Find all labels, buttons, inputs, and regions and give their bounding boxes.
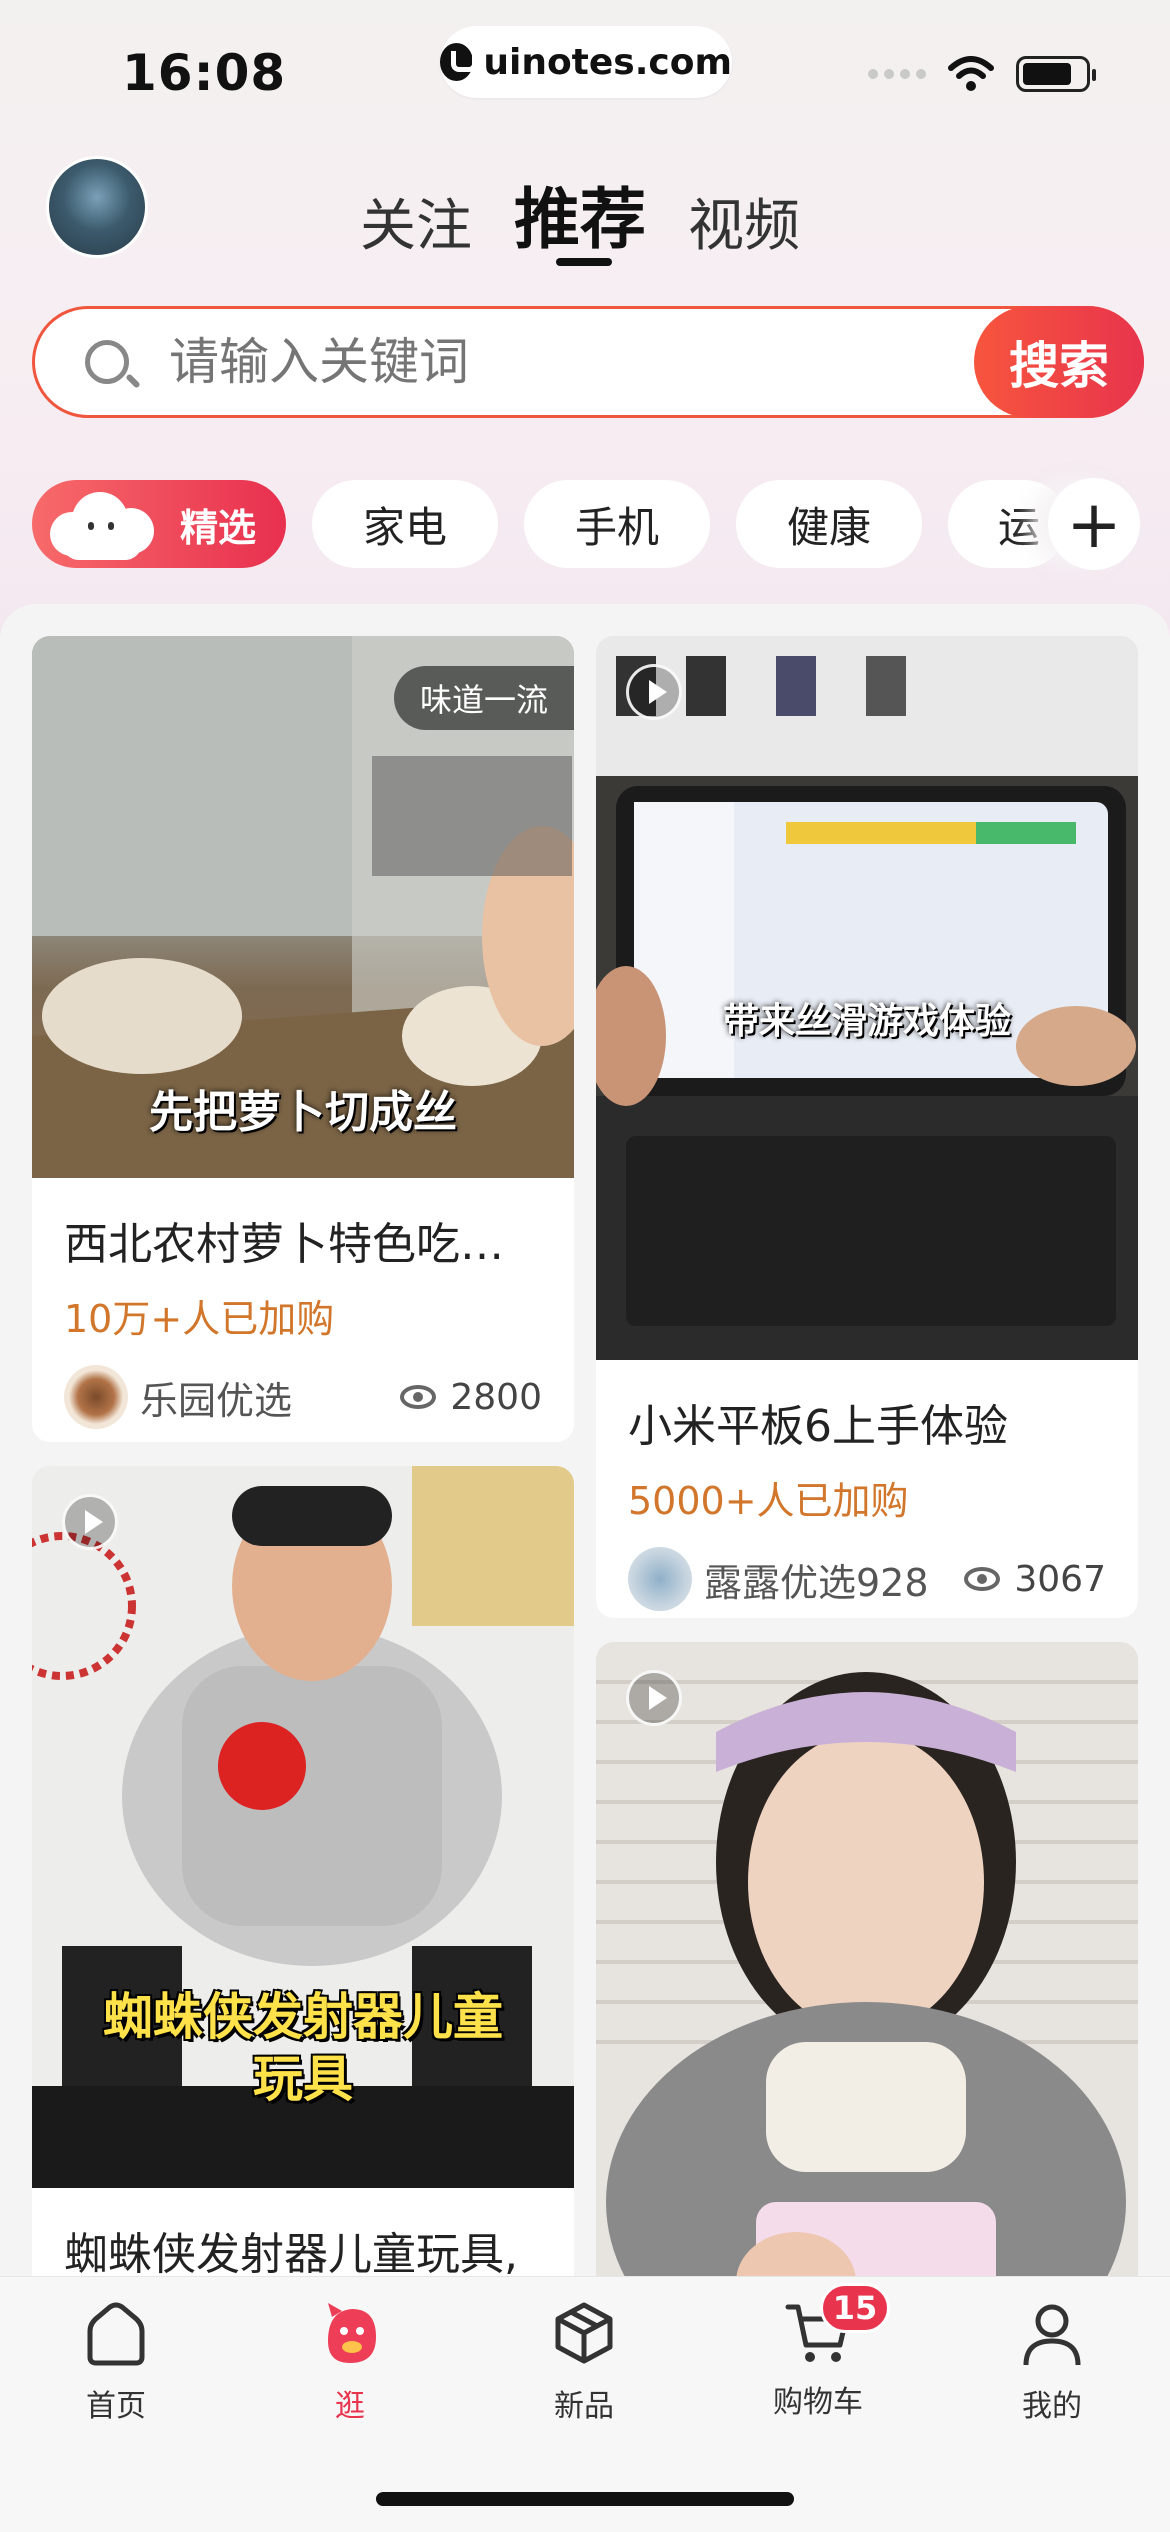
view-count: 3067 (1014, 1558, 1106, 1600)
nav-home-label: 首页 (86, 2389, 146, 2424)
tab-video[interactable]: 视频 (688, 181, 800, 262)
url-text: uinotes.com (483, 41, 732, 83)
video-caption-line2: 玩具 (253, 2050, 353, 2108)
video-caption-line1: 蜘蛛侠发射器儿童 (103, 1988, 503, 2046)
tab-following[interactable]: 关注 (360, 181, 472, 262)
home-indicator (376, 2492, 794, 2506)
sold-count: 10万+人已加购 (64, 1297, 335, 1341)
category-featured[interactable]: 精选 (32, 480, 286, 568)
user-avatar[interactable] (46, 156, 148, 258)
tab-recommended[interactable]: 推荐 (514, 166, 646, 262)
eye-icon (400, 1385, 437, 1409)
add-category-button[interactable]: + (1048, 478, 1140, 570)
product-card[interactable] (596, 1642, 1138, 2342)
flavor-badge: 味道一流 (393, 666, 574, 730)
eye-icon (964, 1567, 1001, 1591)
shop-name[interactable]: 乐园优选 (140, 1370, 400, 1425)
nav-new[interactable]: 新品 (504, 2297, 664, 2425)
video-caption: 蜘蛛侠发射器儿童 玩具 (32, 1986, 574, 2110)
category-health[interactable]: 健康 (736, 480, 922, 568)
cart-count-badge: 15 (820, 2283, 890, 2333)
shop-avatar[interactable] (64, 1365, 128, 1429)
top-tabs: 关注 推荐 视频 (360, 166, 800, 262)
nav-browse[interactable]: 逛 (270, 2297, 430, 2425)
play-icon[interactable] (62, 1494, 118, 1550)
view-count: 2800 (450, 1376, 542, 1418)
product-title: 小米平板6上手体验 (628, 1401, 1008, 1452)
browse-icon (328, 2303, 376, 2363)
nav-profile-label: 我的 (1022, 2389, 1082, 2424)
status-time: 16:08 (122, 44, 287, 102)
category-featured-label: 精选 (179, 505, 256, 550)
site-logo-icon (440, 43, 478, 81)
cloud-mascot-icon (42, 486, 158, 562)
video-caption: 带来丝滑游戏体验 (722, 1001, 1011, 1042)
card-meta: 露露优选928 3067 (596, 1525, 1138, 1611)
nav-cart-label: 购物车 (773, 2385, 863, 2420)
woman-presenter-image (596, 1642, 1138, 2342)
category-appliances[interactable]: 家电 (312, 480, 498, 568)
shop-avatar[interactable] (628, 1547, 692, 1611)
shop-name[interactable]: 露露优选928 (704, 1552, 964, 1607)
play-icon[interactable] (626, 1670, 682, 1726)
product-title: 西北农村萝卜特色吃法... (64, 1219, 546, 1270)
wifi-icon (948, 56, 994, 91)
box-icon (555, 2302, 613, 2364)
product-thumbnail: 带来丝滑游戏体验 (596, 636, 1138, 1360)
product-card[interactable]: 蜘蛛侠发射器儿童 玩具 蜘蛛侠发射器儿童玩具, (32, 1466, 574, 2366)
search-button[interactable]: 搜索 (974, 306, 1144, 418)
video-caption: 先把萝卜切成丝 (149, 1087, 457, 1138)
search-icon (85, 340, 129, 384)
home-icon (87, 2302, 145, 2366)
url-pill[interactable]: uinotes.com (440, 26, 732, 98)
search-bar: 搜索 (32, 306, 1144, 418)
nav-cart[interactable]: 15 购物车 (738, 2283, 898, 2421)
signal-dots-icon (868, 69, 926, 79)
cart-icon-wrap: 15 (782, 2283, 890, 2369)
active-tab-indicator (556, 258, 612, 266)
product-title: 蜘蛛侠发射器儿童玩具, (64, 2229, 518, 2280)
product-card[interactable]: 味道一流 先把萝卜切成丝 西北农村萝卜特色吃法... 10万+人已加购 乐园优选… (32, 636, 574, 1442)
product-card[interactable]: 带来丝滑游戏体验 小米平板6上手体验 5000+人已加购 露露优选928 306… (596, 636, 1138, 1618)
status-indicators (868, 56, 1096, 92)
product-thumbnail (596, 1642, 1138, 2342)
nav-home[interactable]: 首页 (36, 2297, 196, 2425)
play-icon[interactable] (626, 664, 682, 720)
sold-count: 5000+人已加购 (628, 1479, 909, 1523)
product-thumbnail: 蜘蛛侠发射器儿童 玩具 (32, 1466, 574, 2188)
category-phones[interactable]: 手机 (524, 480, 710, 568)
nav-profile[interactable]: 我的 (972, 2297, 1132, 2425)
battery-icon (1016, 56, 1096, 92)
category-bar: 精选 家电 手机 健康 运 + (32, 478, 1170, 570)
product-thumbnail: 味道一流 先把萝卜切成丝 (32, 636, 574, 1178)
person-icon (1023, 2304, 1081, 2366)
nav-browse-label: 逛 (335, 2389, 365, 2424)
nav-new-label: 新品 (554, 2389, 614, 2424)
card-meta: 乐园优选 2800 (32, 1343, 574, 1429)
